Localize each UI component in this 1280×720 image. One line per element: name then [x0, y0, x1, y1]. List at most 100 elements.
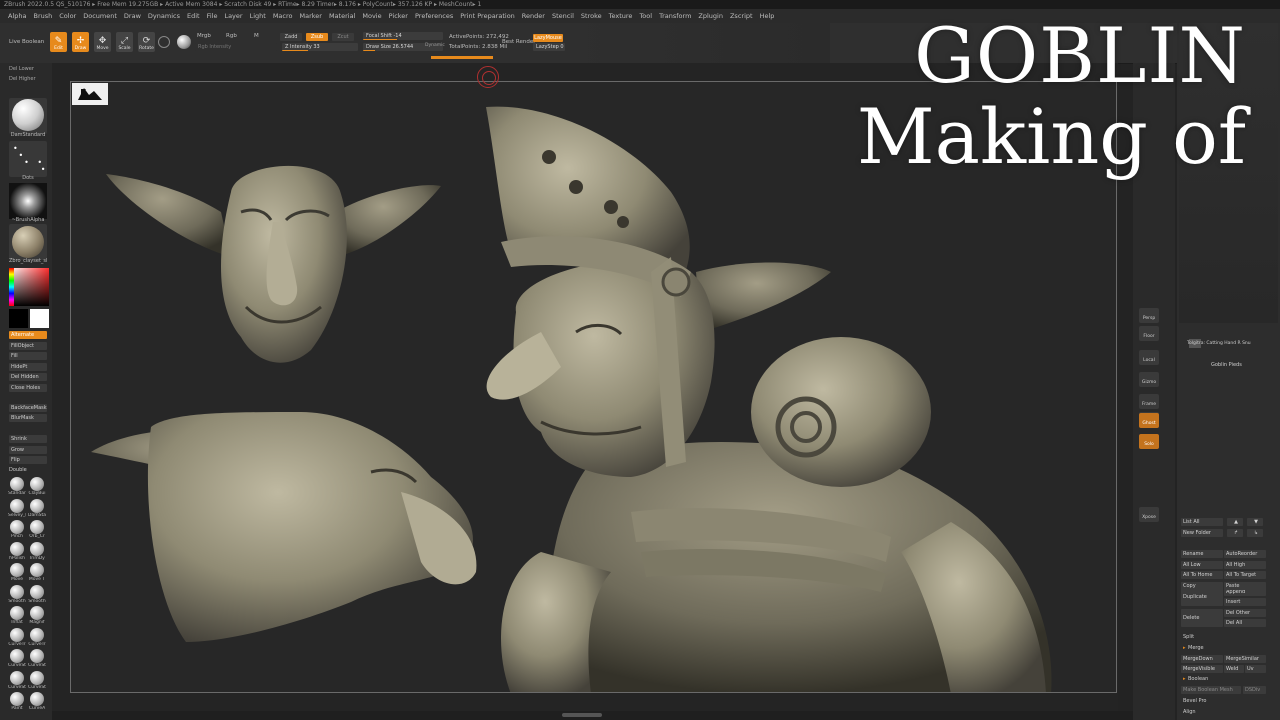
merge-expand-icon[interactable]: ▸	[1183, 645, 1186, 651]
left-btn-alternate[interactable]: Alternate	[9, 331, 47, 339]
brush-item[interactable]: CurveSt	[8, 649, 26, 668]
shelf-floor-button[interactable]: Floor	[1139, 326, 1159, 341]
menu-texture[interactable]: Texture	[609, 12, 633, 20]
menu-document[interactable]: Document	[83, 12, 117, 20]
weld-button[interactable]: Weld	[1224, 665, 1244, 673]
menu-marker[interactable]: Marker	[299, 12, 321, 20]
split-header[interactable]: Split	[1183, 634, 1194, 640]
secondary-color-swatch[interactable]	[30, 309, 49, 328]
brush-item[interactable]: TrimDy	[28, 541, 46, 561]
left-btn-del-hidden[interactable]: Del Hidden	[9, 373, 47, 381]
menu-material[interactable]: Material	[329, 12, 355, 20]
merge-similar-button[interactable]: MergeSimilar	[1224, 655, 1266, 663]
zsub-toggle[interactable]: Zsub	[306, 33, 328, 41]
left-btn-fillobject[interactable]: FillObject	[9, 341, 47, 350]
left-del-higher[interactable]: Del Higher	[9, 76, 36, 82]
menu-stroke[interactable]: Stroke	[581, 12, 602, 20]
brush-thumb-matcap[interactable]	[9, 224, 47, 260]
shelf-xpose-button[interactable]: Xpose	[1139, 507, 1159, 522]
arrow-down-icon[interactable]: ▼	[1247, 518, 1263, 526]
del-all-button[interactable]: Del All	[1224, 619, 1266, 627]
brush-item[interactable]: CurveA	[28, 692, 46, 711]
left-btn-grow[interactable]: Grow	[9, 445, 47, 454]
menu-help[interactable]: Help	[760, 12, 775, 20]
left-del-lower[interactable]: Del Lower	[9, 66, 34, 72]
lazystep-slider[interactable]: LazyStep 0	[533, 43, 565, 51]
make-boolean-mesh-button[interactable]: Make Boolean Mesh	[1181, 686, 1241, 694]
merge-visible-button[interactable]: MergeVisible	[1181, 665, 1223, 673]
brush-item[interactable]: CurveSt	[8, 670, 26, 690]
left-btn-fill[interactable]: Fill	[9, 352, 47, 360]
material-sphere-icon[interactable]	[158, 36, 170, 48]
panel-btn-autoreorder[interactable]: AutoReorder	[1224, 550, 1266, 558]
brush-item[interactable]: Pinch	[8, 520, 26, 539]
panel-btn-copy[interactable]: Copy	[1181, 581, 1223, 590]
merge-header[interactable]: Merge	[1188, 645, 1204, 651]
menu-picker[interactable]: Picker	[389, 12, 408, 20]
subtool-label[interactable]: Tolgitra: Catting Hand R Snu	[1187, 341, 1251, 346]
align-header[interactable]: Align	[1183, 709, 1196, 715]
tool-draw-button[interactable]: ✢ Draw	[72, 32, 89, 52]
color-swatch-icon[interactable]	[177, 35, 191, 49]
menu-draw[interactable]: Draw	[124, 12, 141, 20]
left-btn-blurmask[interactable]: BlurMask	[9, 414, 47, 422]
brush-item[interactable]: Move	[8, 563, 26, 582]
rgb-intensity-slider[interactable]: Rgb Intensity	[195, 43, 277, 51]
brush-item[interactable]: Orb_Cr	[28, 520, 46, 539]
color-picker[interactable]	[9, 268, 49, 306]
hue-strip[interactable]	[9, 268, 14, 306]
brush-item[interactable]: CurveTr	[28, 627, 46, 647]
zcut-toggle[interactable]: Zcut	[332, 33, 354, 41]
tool-move-button[interactable]: ✥ Move	[94, 32, 111, 52]
boolean-header[interactable]: Boolean	[1188, 676, 1208, 682]
arrow-up-icon[interactable]: ▲	[1227, 518, 1243, 526]
insert-button[interactable]: Insert	[1224, 598, 1266, 606]
move-up-icon[interactable]: ↱	[1227, 529, 1243, 537]
menu-alpha[interactable]: Alpha	[8, 12, 26, 20]
menu-file[interactable]: File	[207, 12, 218, 20]
panel-btn-paste[interactable]: Paste	[1224, 581, 1266, 590]
shelf-frame-button[interactable]: Frame	[1139, 394, 1159, 409]
panel-btn-rename[interactable]: Rename	[1181, 550, 1223, 558]
shelf-gizmo-button[interactable]: Gizmo	[1139, 372, 1159, 387]
menu-layer[interactable]: Layer	[224, 12, 242, 20]
folder-name[interactable]: Goblin Pieds	[1211, 362, 1242, 368]
m-toggle[interactable]: M	[254, 33, 259, 39]
shelf-local-button[interactable]: Local	[1139, 350, 1159, 365]
double-toggle[interactable]: Double	[9, 467, 27, 473]
left-btn-hidept[interactable]: HidePt	[9, 362, 47, 371]
brush-item[interactable]: Smooth	[8, 584, 26, 604]
panel-btn-all-low[interactable]: All Low	[1181, 560, 1223, 569]
tool-rotate-button[interactable]: ⟳ Rotate	[138, 32, 155, 52]
menu-print-preparation[interactable]: Print Preparation	[460, 12, 515, 20]
brush-item[interactable]: Selvey_F	[8, 498, 26, 518]
brush-item[interactable]: DamSta	[28, 498, 46, 518]
tool-scale-button[interactable]: ⤢ Scale	[116, 32, 133, 52]
rgb-toggle[interactable]: Rgb	[226, 33, 237, 39]
z-intensity-slider[interactable]: Z Intensity 33	[282, 43, 358, 51]
brush-item[interactable]: CurveSt	[28, 649, 46, 668]
boolean-expand-icon[interactable]: ▸	[1183, 676, 1186, 682]
panel-btn-all-high[interactable]: All High	[1224, 560, 1266, 569]
menu-dynamics[interactable]: Dynamics	[148, 12, 180, 20]
list-all-button[interactable]: List All	[1181, 518, 1223, 526]
brush-item[interactable]: ClayBui	[28, 477, 46, 496]
uv-button[interactable]: Uv	[1245, 665, 1266, 673]
brush-item[interactable]: CurveSt	[28, 670, 46, 690]
menu-zscript[interactable]: Zscript	[730, 12, 753, 20]
shelf-ghost-button[interactable]: Ghost	[1139, 413, 1159, 428]
del-other-button[interactable]: Del Other	[1224, 609, 1266, 617]
brush-thumb-dots[interactable]: • • • • •	[9, 141, 47, 177]
left-btn-close-holes[interactable]: Close Holes	[9, 383, 47, 392]
left-btn-shrink[interactable]: Shrink	[9, 435, 47, 443]
left-btn-backfacemask[interactable]: BackfaceMask	[9, 404, 47, 412]
tool-edit-button[interactable]: ✎ Edit	[50, 32, 67, 52]
delete-button[interactable]: Delete	[1181, 609, 1223, 627]
brush-item[interactable]: Move T	[28, 563, 46, 582]
brush-thumb-sphere[interactable]	[9, 98, 47, 134]
brush-item[interactable]: Paint	[8, 692, 26, 711]
menu-transform[interactable]: Transform	[659, 12, 691, 20]
menu-tool[interactable]: Tool	[639, 12, 652, 20]
zadd-toggle[interactable]: Zadd	[280, 33, 302, 41]
duplicate-button[interactable]: Duplicate	[1181, 588, 1223, 606]
